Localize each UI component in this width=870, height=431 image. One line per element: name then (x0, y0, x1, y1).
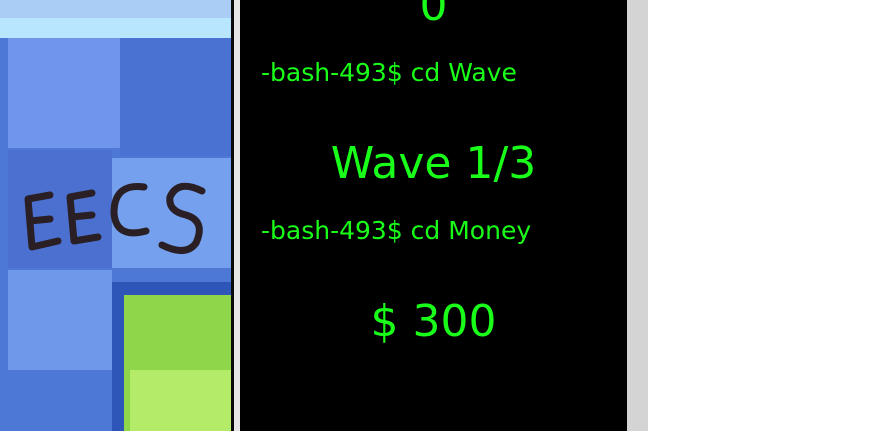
hud-panel: 0 -bash-493$ cd Wave Wave 1/3 -bash-493$… (240, 0, 627, 431)
money-value: $ 300 (370, 296, 497, 347)
eecs-handwriting (24, 182, 206, 254)
tower-slot-green-light (130, 370, 232, 431)
wave-prompt: -bash-493$ cd Wave (261, 58, 517, 87)
game-window: 0 -bash-493$ cd Wave Wave 1/3 -bash-493$… (0, 0, 870, 431)
board-top-strip (0, 0, 232, 18)
wave-value: Wave 1/3 (330, 138, 537, 189)
board-tile[interactable] (8, 270, 112, 370)
money-prompt: -bash-493$ cd Money (261, 216, 532, 245)
game-board[interactable] (0, 0, 232, 431)
score-value: 0 (419, 0, 448, 31)
panel-scrollbar[interactable] (627, 0, 648, 431)
board-tile[interactable] (120, 38, 232, 156)
board-tile[interactable] (8, 370, 112, 431)
board-tile[interactable] (8, 38, 120, 148)
board-top-highlight (0, 18, 232, 38)
